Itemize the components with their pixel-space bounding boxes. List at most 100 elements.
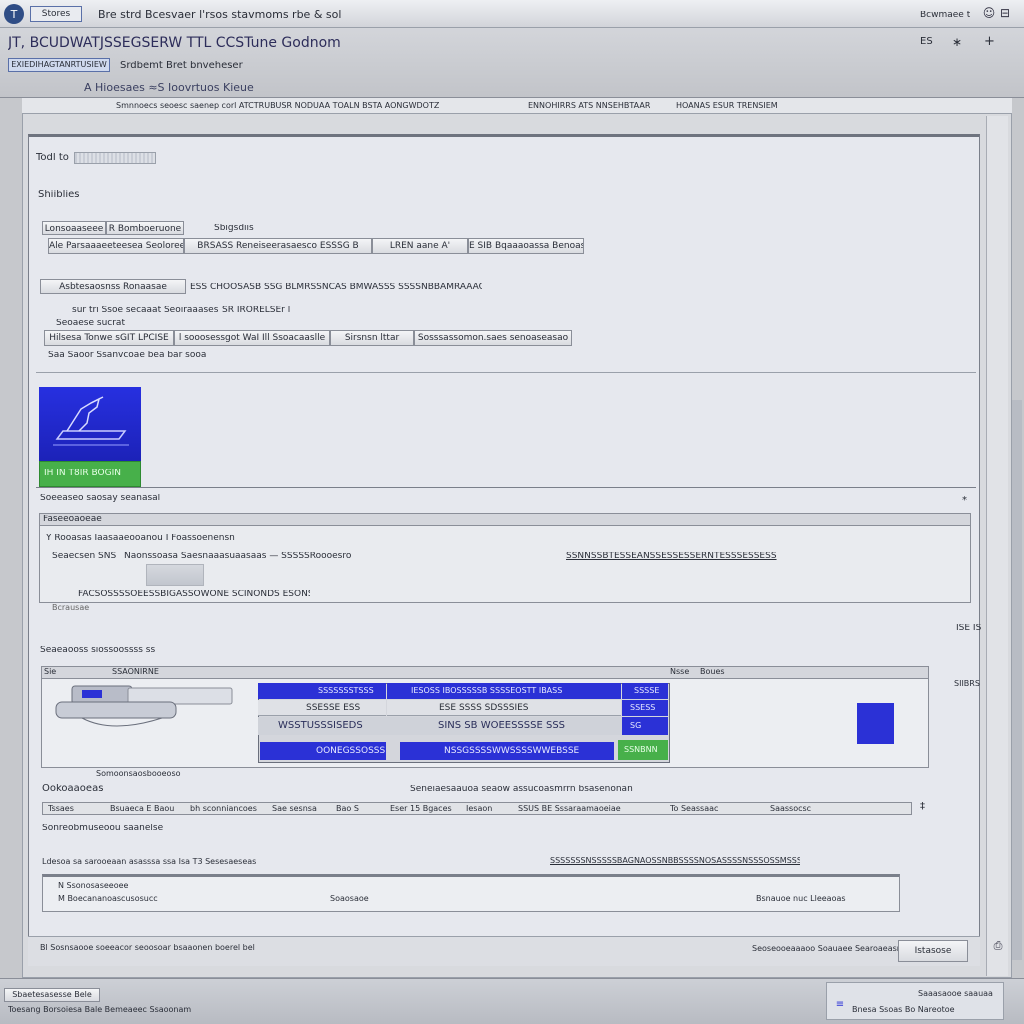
group1-box-header: [40, 514, 970, 526]
grid-r1-c2[interactable]: SSESS: [622, 700, 668, 716]
grid-r2-c1[interactable]: SINS SB WOEESSSSE SSS: [438, 717, 622, 735]
row3-text: ESS CHOOSASB SSG BLMRSSNCAS BMWASSS SSSS…: [190, 283, 482, 292]
group3-list-item-1[interactable]: N Ssonosaseeoee: [58, 882, 128, 890]
group3-title: Ookoaaoeas: [42, 784, 104, 794]
taskbar-item-left-bottom[interactable]: Toesang Borsoiesa Bale Bemeaeec Ssaoonam: [8, 1006, 191, 1014]
tray-icon[interactable]: ≡: [832, 998, 848, 1010]
group3-col-end-icon[interactable]: ‡: [920, 802, 925, 812]
grid-r1-c0[interactable]: SSESSE ESS: [258, 700, 386, 716]
toolbar-item-2[interactable]: ENNOHIRRS ATS NNSEHBTAAR: [528, 102, 650, 110]
toolbar-item-3[interactable]: HOANAS ESUR TRENSIEM: [676, 102, 778, 110]
row4-text-b: SR IRORELSEr l: [222, 306, 291, 315]
window-tab[interactable]: Stores: [30, 6, 82, 22]
toolbar-item-1[interactable]: Smnnoecs seoesc saenep corl ATCTRUBUSR N…: [116, 102, 486, 110]
taskbar-tray-text-a: Saaasaooe saauaa: [918, 990, 993, 998]
divider-2: [36, 487, 976, 488]
device-image[interactable]: [52, 682, 236, 732]
grid-r2-c0[interactable]: WSSTUSSSISEDS: [258, 717, 438, 735]
row6-field-a[interactable]: Hilsesa Tonwe sGIT LPCISE: [44, 330, 174, 346]
status-page-icon[interactable]: ⎙: [990, 938, 1006, 954]
group3-list-item-2-right: Bsnauoe nuc Lleeaoas: [756, 895, 846, 903]
taskbar-item-left-top[interactable]: Sbaetesasesse Bele: [4, 988, 100, 1002]
row1-tag[interactable]: R Bomboeruone: [106, 221, 184, 235]
group3-col-4[interactable]: Bao S: [336, 805, 359, 813]
group3-subtitle: Seneiaesaauoa seaow assucoasmrrn bsaseno…: [410, 785, 633, 794]
group3-list-item-2[interactable]: M Boecananoascusosucc: [58, 895, 158, 903]
header-icon-plus[interactable]: +: [984, 35, 995, 48]
app-logo-icon: T: [4, 4, 24, 24]
lock-icon[interactable]: ⊟: [998, 5, 1012, 21]
group3-col-3[interactable]: Sae sesnsa: [272, 805, 317, 813]
right-scrollbar[interactable]: [986, 116, 1008, 976]
window-title-right: Bcwmaee t: [920, 11, 971, 20]
group1-line2a: Seaecsen SNS: [52, 552, 117, 561]
group3-col-2[interactable]: bh sconniancoes: [190, 805, 257, 813]
row6-field-c[interactable]: Sirsnsn lttar: [330, 330, 414, 346]
group2-below: Somoonsaosbooeoso: [96, 770, 181, 778]
grid-r0-c0[interactable]: SSSSSSSTSSS: [258, 683, 386, 699]
group1-line1: Y Rooasas Iaasaaeooanou I Foassoenensn: [46, 534, 235, 543]
horse-figure-icon: [53, 396, 129, 446]
group1-title: Soeeaseo saosay seanasal: [40, 494, 161, 503]
taskbar-tray-text-b: Bnesa Ssoas Bo Nareotoe: [852, 1006, 955, 1014]
preview-image[interactable]: [39, 387, 141, 461]
grid-r0-c2[interactable]: SSSSE: [622, 683, 668, 699]
tab-active[interactable]: EXIEDIHAGTANRTUSIEW: [8, 58, 110, 72]
field1-label: Todl to: [36, 153, 69, 163]
group1-footer: Bcrausae: [52, 604, 90, 612]
header-icon-es[interactable]: ES: [920, 37, 933, 47]
group3-col-9[interactable]: Saassocsc: [770, 805, 811, 813]
grid-r3-c2[interactable]: SSNBNN: [618, 740, 668, 760]
group3-col-5[interactable]: Eser 15 Bgaces: [390, 805, 452, 813]
group3-col-6[interactable]: Iesaon: [466, 805, 492, 813]
group2-right-text: ISE IS: [956, 624, 982, 633]
row5-label: Seoaese sucrat: [56, 319, 125, 328]
row6-field-d[interactable]: Sosssassomon.saes senoaseasao: [414, 330, 572, 346]
grid-r3-c1[interactable]: NSSGSSSSWWSSSSWWEBSSE: [400, 742, 614, 760]
group1-line2b: Naonssoasa Saesnaaasuaasaas — SSSSSRoooe…: [124, 552, 352, 561]
row2-field-a[interactable]: Ale Parsaaaeeteesea Seoloree: [48, 238, 184, 254]
row1-side-label: Sbigsdiis: [214, 224, 254, 233]
group3-field-label: Sonreobmuseoou saanelse: [42, 824, 164, 833]
row1-button[interactable]: Lonsoaaseee: [42, 221, 106, 235]
group1-line3: FACSOSSSSOEESSBIGASSOWONE SCINONDS ESONS…: [78, 590, 310, 599]
group3-link-left[interactable]: Ldesoa sa sarooeaan asasssa ssa Isa T3 S…: [42, 858, 256, 866]
row2-field-b[interactable]: BRSASS Reneiseerasaesco ESSSG B: [184, 238, 372, 254]
header-icon-star[interactable]: ∗: [952, 36, 962, 48]
group2-col-b: SSAONIRNE: [112, 668, 159, 676]
row6-field-b[interactable]: l sooosessgot WaI Ill Ssoacaaslle: [174, 330, 330, 346]
group3-col-8[interactable]: To Seassaac: [670, 805, 718, 813]
group2-col-e: SIIBRS: [954, 680, 980, 688]
device-icon: [55, 685, 233, 727]
group1-star-icon[interactable]: *: [962, 496, 967, 506]
row3-dropdown[interactable]: Asbtesaosnss Ronaasae: [40, 279, 186, 294]
status-button[interactable]: Istasose: [898, 940, 968, 962]
scrollbar-thumb[interactable]: [1012, 400, 1022, 960]
group3-link-right[interactable]: SSSSSSSNSSSSSBAGNAOSSNBBSSSSNOSASSSSNSSS…: [550, 857, 800, 865]
row2-field-c[interactable]: LREN aane A': [372, 238, 468, 254]
group2-col-a: Sie: [44, 668, 57, 676]
group3-col-7[interactable]: SSUS BE Sssaraamaoeiae: [518, 805, 658, 813]
group3-list-item-2-mid: Soaosaoe: [330, 895, 369, 903]
field1-input[interactable]: [74, 152, 156, 164]
group1-thumbnail[interactable]: [146, 564, 204, 586]
row4-text-a: sur tri Ssoe secaaat Seoiraaases: [72, 306, 219, 315]
group2-title: Seaeaooss siossoossss ss: [40, 646, 156, 655]
grid-r1-c1[interactable]: ESE SSSS SDSSSIES: [387, 700, 621, 716]
divider-1: [36, 372, 976, 373]
taskbar-tray: [826, 982, 1004, 1020]
grid-r0-c1[interactable]: IESOSS IBOSSSSSB SSSSEOSTT IBASS: [387, 683, 621, 699]
group3-col-1[interactable]: Bsuaeca E Baou: [110, 805, 174, 813]
group2-col-c: Nsse: [670, 668, 690, 676]
tab-label[interactable]: Srdbemt Bret bnveheser: [120, 61, 243, 71]
breadcrumb[interactable]: A Hioesaes ≈S Ioovrtuos Kieue: [84, 82, 254, 93]
status-text: Bl Sosnsaooe soeeacor seoosoar bsaaonen …: [40, 944, 255, 952]
user-icon[interactable]: ☺: [982, 5, 996, 21]
row2-field-d[interactable]: E SIB Bqaaaoassa Benoasnee: [468, 238, 584, 254]
section-label: Shiiblies: [38, 190, 80, 200]
group1-line2c[interactable]: SSNNSSBTESSEANSSESSESSERNTESSSESSESS: [566, 552, 786, 561]
grid-r2-c2[interactable]: SG: [622, 717, 668, 735]
grid-r3-c0[interactable]: OONEGSSOSSS: [260, 742, 386, 760]
blue-swatch[interactable]: [857, 703, 894, 744]
group3-col-0[interactable]: Tssaes: [48, 805, 74, 813]
